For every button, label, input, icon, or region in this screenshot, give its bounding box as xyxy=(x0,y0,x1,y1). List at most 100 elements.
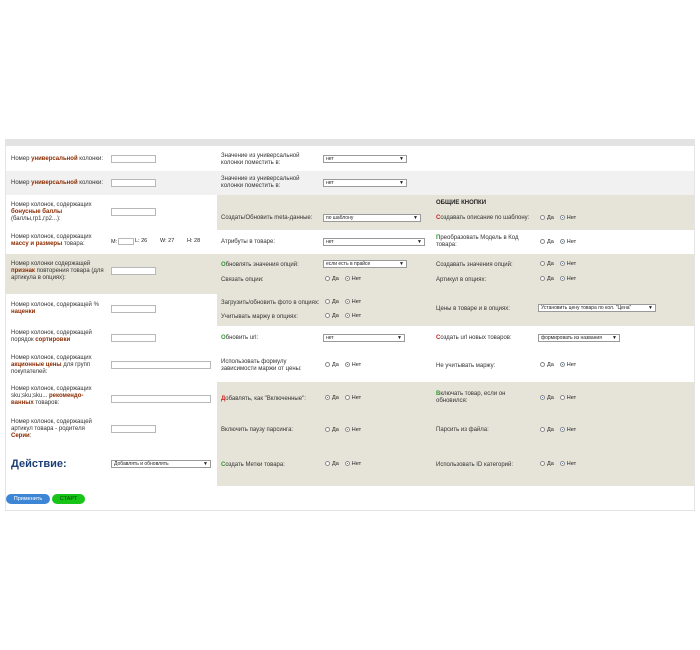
radio-no[interactable] xyxy=(559,427,565,432)
radio-no[interactable] xyxy=(344,313,350,318)
radio-no[interactable] xyxy=(344,362,350,367)
category-id-label: Использовать ID категорий: xyxy=(436,462,514,468)
product-tags-label: Создать Метки товара: xyxy=(221,462,285,468)
row-mid-cell: Загрузить/обновить фото в опциях: Да Нет … xyxy=(217,294,430,326)
action-select[interactable]: Добавлять и обновлять ▼ xyxy=(111,460,211,468)
row-mid-cell: Добавлять, как "Включенные": Да Нет xyxy=(217,382,430,415)
settings-row: Номер колонок, содержащих sku;sku;sku...… xyxy=(6,382,694,415)
radio-yes[interactable] xyxy=(325,427,330,432)
radio-yes[interactable] xyxy=(540,261,545,266)
row-mid-cell: Создать Метки товара: Да Нет xyxy=(217,448,430,486)
option-margin-radio: Да Нет xyxy=(325,313,361,320)
radio-no[interactable] xyxy=(344,461,350,466)
settings-panel: Номер универсальной колонки: Значение из… xyxy=(5,139,695,511)
bonus-points-input[interactable] xyxy=(111,208,156,216)
row-right-cell: Включать товар, если он обновился: Да Нет xyxy=(430,382,694,415)
settings-row: Номер колонок, содержащей % наценки Загр… xyxy=(6,294,694,326)
row-right-cell: Парсить из файла: Да Нет xyxy=(430,415,694,448)
univ-column-input-1[interactable] xyxy=(111,155,156,163)
repeat-flag-label: Номер колонки содержащей признак повторе… xyxy=(11,261,104,281)
radio-no[interactable] xyxy=(559,261,565,266)
radio-yes[interactable] xyxy=(325,362,330,367)
dimension-l: L: 26 xyxy=(135,238,148,244)
settings-row: Номер колонок, содержащих акционные цены… xyxy=(6,350,694,382)
chevron-down-icon: ▼ xyxy=(417,239,422,245)
row-right-cell: Цены в товаре и в опциях: Установить цен… xyxy=(430,294,694,326)
radio-no[interactable] xyxy=(559,362,565,367)
radio-yes[interactable] xyxy=(540,215,545,220)
radio-yes[interactable] xyxy=(325,313,330,318)
row-mid-cell: Атрибуты в товаре: нет ▼ xyxy=(217,230,430,254)
radio-yes[interactable] xyxy=(325,461,330,466)
settings-row: Номер колонок, содержащей артикул товара… xyxy=(6,415,694,448)
option-photos-radio: Да Нет xyxy=(325,299,361,306)
row-right-cell: Создавать значения опций: Да Нет Артикул … xyxy=(430,254,694,294)
update-url-select[interactable]: нет ▼ xyxy=(323,334,405,342)
chevron-down-icon: ▼ xyxy=(648,305,653,311)
radio-no[interactable] xyxy=(344,299,350,304)
radio-yes[interactable] xyxy=(540,427,545,432)
attributes-label: Атрибуты в товаре: xyxy=(221,239,276,245)
row-right-cell: Создать url новых товаров: формировать и… xyxy=(430,326,694,350)
dimension-w: W: 27 xyxy=(160,238,175,244)
univ-column-label-1: Номер универсальной колонки: xyxy=(11,156,104,162)
row-left-cell: Номер универсальной колонки: xyxy=(6,171,217,195)
meta-data-select[interactable]: по шаблону ▼ xyxy=(323,214,421,222)
radio-yes[interactable] xyxy=(325,395,330,400)
repeat-flag-input[interactable] xyxy=(111,267,156,275)
parse-from-file-label: Парсить из файла: xyxy=(436,427,489,433)
start-button[interactable]: СТАРТ xyxy=(52,494,85,504)
chevron-down-icon: ▼ xyxy=(399,261,404,267)
univ-target-select-1[interactable]: нет ▼ xyxy=(323,155,407,163)
create-url-select[interactable]: формировать из названия ▼ xyxy=(538,334,620,342)
row-mid-cell: Обновлять значения опций: если есть в пр… xyxy=(217,254,430,294)
radio-no[interactable] xyxy=(559,461,565,466)
model-to-code-label: Преобразовать Модель в Код товара: xyxy=(436,235,519,248)
radio-yes[interactable] xyxy=(325,276,330,281)
row-left-cell: Номер колонок, содержащей % наценки xyxy=(6,294,217,326)
apply-button[interactable]: Применить xyxy=(6,494,50,504)
settings-row: Номер колонки содержащей признак повторе… xyxy=(6,254,694,294)
ignore-margin-radio: Да Нет xyxy=(540,362,576,369)
model-to-code-radio: Да Нет xyxy=(540,239,576,246)
radio-no[interactable] xyxy=(559,239,565,244)
radio-no[interactable] xyxy=(559,395,565,400)
radio-no[interactable] xyxy=(559,276,565,281)
settings-row: Номер колонок, содержащей порядок сортир… xyxy=(6,326,694,350)
radio-yes[interactable] xyxy=(540,395,545,400)
row-mid-cell: Значение из универсальной колонки помест… xyxy=(217,148,430,171)
promo-prices-input[interactable] xyxy=(111,361,211,369)
radio-no[interactable] xyxy=(344,427,350,432)
product-tags-radio: Да Нет xyxy=(325,461,361,468)
add-as-included-radio: Да Нет xyxy=(325,395,361,402)
row-right-cell xyxy=(430,148,694,171)
radio-yes[interactable] xyxy=(540,461,545,466)
prices-select[interactable]: Установить цену товара по кол. "Цена" ▼ xyxy=(538,304,656,312)
univ-target-label-1: Значение из универсальной колонки помест… xyxy=(221,153,300,166)
radio-yes[interactable] xyxy=(540,239,545,244)
row-right-cell: Использовать ID категорий: Да Нет xyxy=(430,448,694,486)
radio-no[interactable] xyxy=(559,215,565,220)
radio-no[interactable] xyxy=(344,276,350,281)
parent-sku-input[interactable] xyxy=(111,425,156,433)
radio-no[interactable] xyxy=(344,395,350,400)
radio-yes[interactable] xyxy=(540,362,545,367)
univ-target-select-2[interactable]: нет ▼ xyxy=(323,179,407,187)
univ-column-label-2: Номер универсальной колонки: xyxy=(11,180,104,186)
sort-order-input[interactable] xyxy=(111,334,156,342)
radio-yes[interactable] xyxy=(540,276,545,281)
markup-input[interactable] xyxy=(111,305,156,313)
recommended-input[interactable] xyxy=(111,395,211,403)
dimension-h: H: 28 xyxy=(187,238,201,244)
dimension-m-input[interactable] xyxy=(118,238,135,245)
description-template-label: Создавать описание по шаблону: xyxy=(436,215,530,221)
attributes-select[interactable]: нет ▼ xyxy=(323,238,425,246)
univ-column-input-2[interactable] xyxy=(111,179,156,187)
row-left-cell: Номер колонок, содержащих массу и размер… xyxy=(6,230,217,254)
category-id-radio: Да Нет xyxy=(540,461,576,468)
option-margin-label: Учитывать маржу в опциях: xyxy=(221,314,298,320)
parent-sku-label: Номер колонок, содержащей артикул товара… xyxy=(11,419,92,439)
radio-yes[interactable] xyxy=(325,299,330,304)
row-right-cell xyxy=(430,171,694,195)
update-options-select[interactable]: если есть в прайсе ▼ xyxy=(323,260,407,268)
